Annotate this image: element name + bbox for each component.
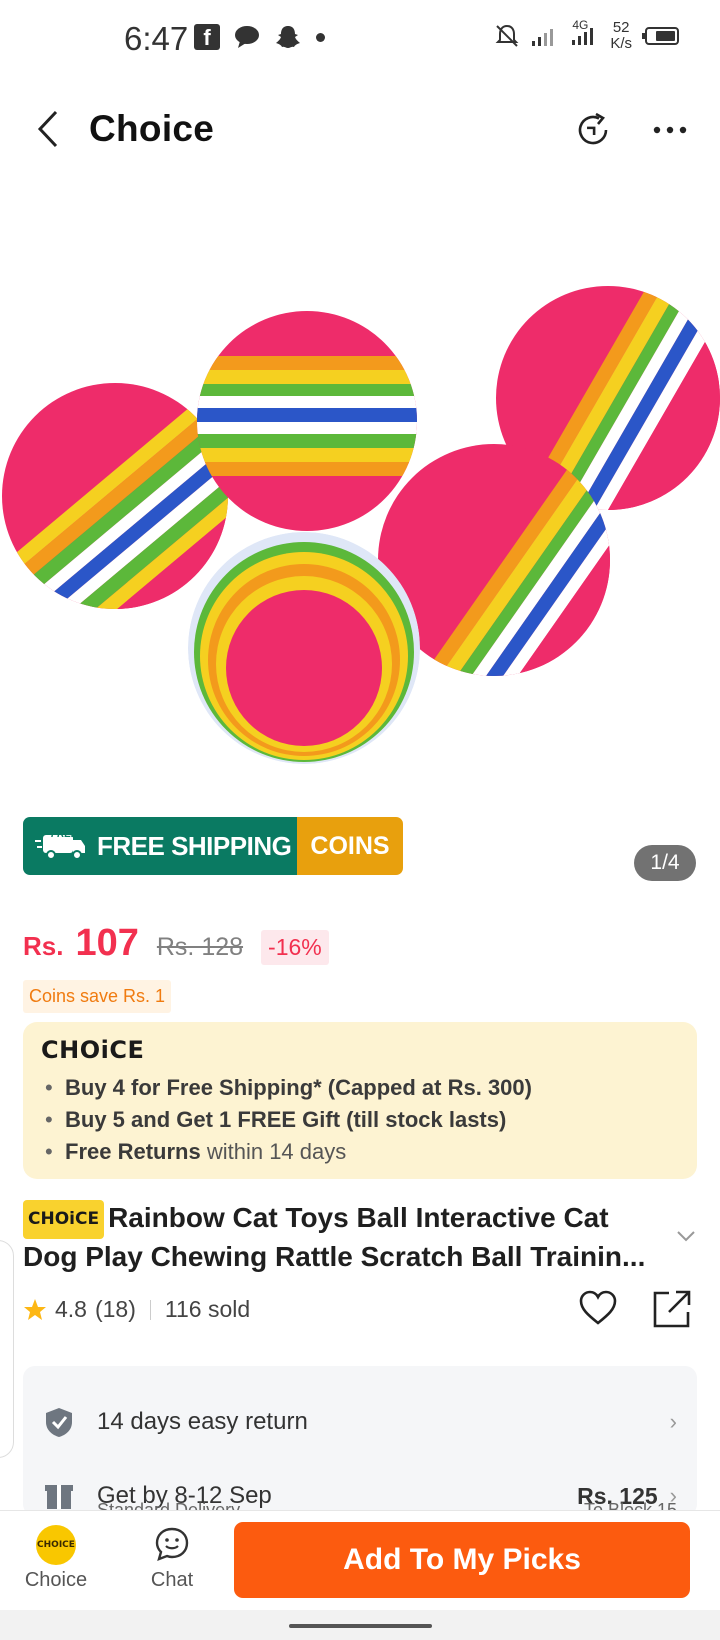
benefit-text: Buy 4 for Free Shipping* (Capped at Rs. … bbox=[65, 1075, 532, 1100]
app-header: Choice bbox=[0, 84, 720, 176]
more-icon bbox=[653, 126, 687, 134]
product-image-gallery[interactable] bbox=[0, 176, 720, 796]
chat-icon bbox=[155, 1527, 189, 1561]
more-button[interactable] bbox=[648, 108, 692, 152]
star-icon bbox=[24, 1298, 46, 1320]
benefit-text-suffix: within 14 days bbox=[200, 1139, 347, 1164]
free-shipping-label: FREE SHIPPING bbox=[97, 830, 292, 861]
sold-count: 116 sold bbox=[164, 1296, 251, 1322]
benefit-item: Free Returns within 14 days bbox=[41, 1136, 679, 1168]
refresh-button[interactable] bbox=[571, 108, 615, 152]
status-time: 6:47 bbox=[124, 20, 189, 57]
signal-icon bbox=[532, 29, 554, 46]
wishlist-button[interactable] bbox=[578, 1288, 622, 1332]
choice-nav-label: Choice bbox=[24, 1569, 88, 1591]
divider bbox=[149, 1299, 151, 1320]
back-button[interactable] bbox=[28, 106, 68, 152]
bell-muted-icon bbox=[495, 24, 519, 47]
choice-benefits-box[interactable]: CHOiCE Buy 4 for Free Shipping* (Capped … bbox=[23, 1022, 697, 1179]
choice-tag: CHOiCE bbox=[23, 1200, 105, 1239]
service-info-card: 14 days easy return › Get by 8-12 Sep Rs… bbox=[23, 1366, 697, 1516]
chevron-right-icon: › bbox=[669, 1409, 677, 1434]
share-button[interactable] bbox=[651, 1288, 695, 1332]
page-title: Choice bbox=[89, 108, 215, 149]
network-speed: 52 K/s bbox=[610, 20, 632, 52]
price-original: Rs. 128 bbox=[156, 933, 244, 961]
status-system-icons: 4G 52 K/s bbox=[494, 18, 680, 52]
heart-icon bbox=[579, 1290, 617, 1325]
home-indicator[interactable] bbox=[289, 1624, 432, 1628]
benefit-item: Buy 4 for Free Shipping* (Capped at Rs. … bbox=[41, 1072, 679, 1104]
coins-save-tag: Coins save Rs. 1 bbox=[23, 980, 172, 1013]
message-bubble-icon bbox=[235, 26, 259, 48]
choice-benefits-list: Buy 4 for Free Shipping* (Capped at Rs. … bbox=[41, 1072, 679, 1168]
benefit-item: Buy 5 and Get 1 FREE Gift (till stock la… bbox=[41, 1104, 679, 1136]
bottom-action-bar: CHOICE Choice Chat Add To My Picks bbox=[0, 1510, 720, 1610]
benefit-text: Free Returns bbox=[65, 1139, 201, 1164]
product-photo-rainbow-balls bbox=[2, 286, 720, 764]
back-arrow-icon bbox=[37, 110, 58, 148]
notification-dot-icon bbox=[316, 32, 325, 42]
choice-logo: CHOiCE bbox=[41, 1036, 145, 1064]
chat-button[interactable]: Chat bbox=[127, 1525, 217, 1592]
rating-value: 4.8 bbox=[55, 1296, 87, 1322]
shipping-badges: FREE FREE SHIPPING COINS bbox=[23, 817, 403, 875]
battery-icon bbox=[642, 27, 679, 45]
image-counter: 1/4 bbox=[634, 845, 696, 881]
add-to-picks-button[interactable]: Add To My Picks bbox=[234, 1522, 690, 1598]
free-label: FREE bbox=[51, 829, 78, 840]
snapchat-icon bbox=[276, 26, 300, 48]
product-title[interactable]: CHOiCE Rainbow Cat Toys Ball Interactive … bbox=[23, 1200, 663, 1274]
refresh-icon bbox=[578, 112, 608, 145]
coins-badge: COINS bbox=[297, 817, 403, 875]
price-row: Rs. 107 Rs. 128 -16% bbox=[23, 922, 329, 965]
benefit-text: Buy 5 and Get 1 FREE Gift (till stock la… bbox=[65, 1107, 507, 1132]
network-type: 4G bbox=[572, 17, 589, 32]
system-nav-area bbox=[0, 1610, 720, 1640]
price-currency: Rs. bbox=[23, 931, 64, 961]
chat-label: Chat bbox=[150, 1569, 194, 1591]
facebook-icon: f bbox=[194, 24, 220, 50]
network-speed-value: 52 bbox=[612, 19, 630, 36]
product-title-text: Rainbow Cat Toys Ball Interactive Cat Do… bbox=[23, 1202, 646, 1272]
choice-nav-button[interactable]: CHOICE Choice bbox=[11, 1525, 101, 1592]
share-icon bbox=[653, 1290, 691, 1328]
network-4g-signal: 4G bbox=[570, 18, 600, 51]
network-speed-unit: K/s bbox=[610, 35, 632, 52]
review-count: (18) bbox=[94, 1296, 136, 1322]
return-policy-text: 14 days easy return bbox=[97, 1408, 308, 1435]
status-notification-icons: f bbox=[194, 24, 325, 50]
return-policy-row[interactable]: 14 days easy return › bbox=[43, 1402, 677, 1442]
price-current: 107 bbox=[75, 922, 139, 964]
rating-row[interactable]: 4.8 (18) 116 sold bbox=[23, 1296, 250, 1323]
free-shipping-badge: FREE FREE SHIPPING bbox=[23, 817, 297, 875]
discount-badge: -16% bbox=[261, 930, 329, 965]
shield-check-icon bbox=[43, 1406, 75, 1438]
side-panel-handle[interactable] bbox=[0, 1240, 14, 1458]
package-icon bbox=[43, 1480, 75, 1512]
status-bar: 6:47 f 4G 52 K/s bbox=[0, 0, 720, 80]
chevron-down-icon[interactable] bbox=[674, 1224, 698, 1248]
choice-icon: CHOICE bbox=[36, 1525, 76, 1565]
